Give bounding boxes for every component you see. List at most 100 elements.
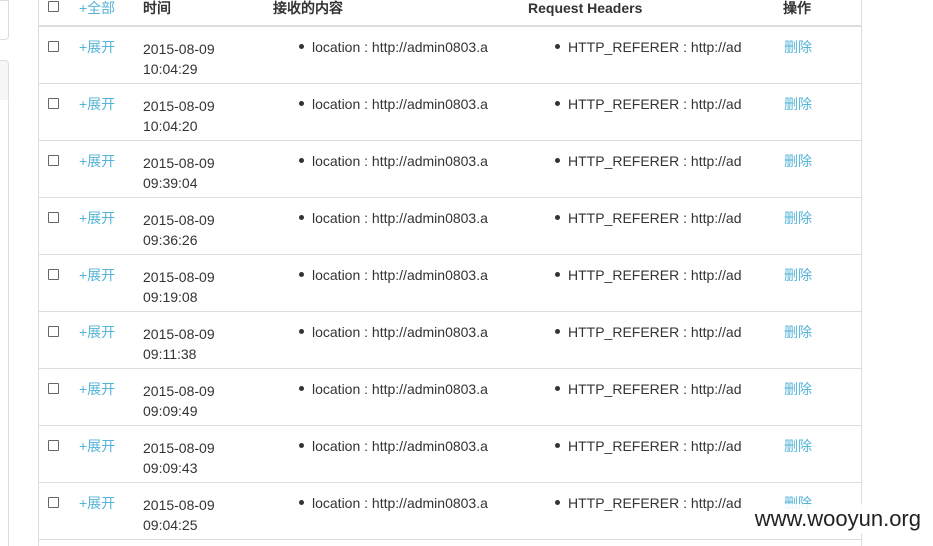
row-checkbox[interactable] bbox=[48, 440, 59, 451]
table-body: +展开 2015-08-09 10:04:29 location : http://a… bbox=[39, 27, 861, 540]
bullet-icon bbox=[555, 271, 560, 277]
row-checkbox[interactable] bbox=[48, 326, 59, 337]
row-date: 2015-08-09 bbox=[143, 98, 215, 114]
column-header-time: 时间 bbox=[143, 0, 171, 16]
expand-link[interactable]: +展开 bbox=[79, 210, 115, 226]
delete-link[interactable]: 删除 bbox=[784, 39, 812, 55]
received-content-item: location : http://admin0803.a bbox=[299, 495, 488, 511]
row-timestamp: 2015-08-09 09:09:49 bbox=[143, 381, 215, 421]
request-header-text: HTTP_REFERER : http://ad bbox=[568, 210, 742, 226]
table-row: +展开 2015-08-09 09:19:08 location : http://a… bbox=[39, 255, 861, 312]
delete-link[interactable]: 删除 bbox=[784, 324, 812, 340]
table-row: +展开 2015-08-09 09:11:38 location : http://a… bbox=[39, 312, 861, 369]
bullet-icon bbox=[299, 328, 304, 334]
row-time: 09:39:04 bbox=[143, 175, 198, 191]
left-panel-tab[interactable] bbox=[0, 60, 9, 102]
watermark: www.wooyun.org bbox=[750, 504, 925, 534]
table-row: +展开 2015-08-09 09:09:43 location : http://a… bbox=[39, 426, 861, 483]
request-header-item: HTTP_REFERER : http://ad bbox=[555, 153, 742, 169]
table-row: +展开 2015-08-09 09:09:49 location : http://a… bbox=[39, 369, 861, 426]
request-header-text: HTTP_REFERER : http://ad bbox=[568, 495, 742, 511]
select-all-link[interactable]: +全部 bbox=[79, 0, 115, 16]
received-content-text: location : http://admin0803.a bbox=[312, 438, 488, 454]
expand-link[interactable]: +展开 bbox=[79, 96, 115, 112]
table-header: +全部 时间 接收的内容 Request Headers 操作 bbox=[39, 0, 861, 27]
select-all-checkbox[interactable] bbox=[48, 1, 59, 12]
row-checkbox[interactable] bbox=[48, 212, 59, 223]
expand-link[interactable]: +展开 bbox=[79, 495, 115, 511]
row-date: 2015-08-09 bbox=[143, 440, 215, 456]
row-timestamp: 2015-08-09 09:36:26 bbox=[143, 210, 215, 250]
bullet-icon bbox=[555, 499, 560, 505]
expand-link[interactable]: +展开 bbox=[79, 438, 115, 454]
row-time: 10:04:29 bbox=[143, 61, 198, 77]
delete-link[interactable]: 删除 bbox=[784, 438, 812, 454]
delete-link[interactable]: 删除 bbox=[784, 267, 812, 283]
column-header-actions: 操作 bbox=[783, 0, 811, 16]
row-date: 2015-08-09 bbox=[143, 212, 215, 228]
request-header-item: HTTP_REFERER : http://ad bbox=[555, 267, 742, 283]
received-content-text: location : http://admin0803.a bbox=[312, 153, 488, 169]
request-header-item: HTTP_REFERER : http://ad bbox=[555, 39, 742, 55]
received-content-text: location : http://admin0803.a bbox=[312, 381, 488, 397]
expand-link[interactable]: +展开 bbox=[79, 153, 115, 169]
request-header-text: HTTP_REFERER : http://ad bbox=[568, 153, 742, 169]
bullet-icon bbox=[299, 157, 304, 163]
row-checkbox[interactable] bbox=[48, 98, 59, 109]
expand-link[interactable]: +展开 bbox=[79, 267, 115, 283]
bullet-icon bbox=[299, 442, 304, 448]
bullet-icon bbox=[555, 328, 560, 334]
row-time: 09:11:38 bbox=[143, 346, 197, 362]
row-timestamp: 2015-08-09 09:09:43 bbox=[143, 438, 215, 478]
left-panel-fragment bbox=[0, 0, 9, 40]
row-date: 2015-08-09 bbox=[143, 41, 215, 57]
row-timestamp: 2015-08-09 09:11:38 bbox=[143, 324, 215, 364]
received-content-item: location : http://admin0803.a bbox=[299, 39, 488, 55]
received-content-item: location : http://admin0803.a bbox=[299, 210, 488, 226]
bullet-icon bbox=[299, 271, 304, 277]
expand-link[interactable]: +展开 bbox=[79, 381, 115, 397]
delete-link[interactable]: 删除 bbox=[784, 153, 812, 169]
received-content-item: location : http://admin0803.a bbox=[299, 438, 488, 454]
expand-link[interactable]: +展开 bbox=[79, 324, 115, 340]
received-content-item: location : http://admin0803.a bbox=[299, 267, 488, 283]
column-header-request-headers: Request Headers bbox=[528, 0, 643, 16]
received-content-item: location : http://admin0803.a bbox=[299, 324, 488, 340]
row-time: 09:04:25 bbox=[143, 517, 198, 533]
row-timestamp: 2015-08-09 09:39:04 bbox=[143, 153, 215, 193]
received-content-text: location : http://admin0803.a bbox=[312, 267, 488, 283]
row-checkbox[interactable] bbox=[48, 497, 59, 508]
delete-link[interactable]: 删除 bbox=[784, 210, 812, 226]
received-content-item: location : http://admin0803.a bbox=[299, 381, 488, 397]
delete-link[interactable]: 删除 bbox=[784, 96, 812, 112]
left-panel-edge bbox=[0, 100, 9, 546]
request-header-text: HTTP_REFERER : http://ad bbox=[568, 39, 742, 55]
row-time: 09:36:26 bbox=[143, 232, 198, 248]
expand-link[interactable]: +展开 bbox=[79, 39, 115, 55]
row-checkbox[interactable] bbox=[48, 383, 59, 394]
column-header-received-content: 接收的内容 bbox=[273, 0, 343, 16]
request-header-item: HTTP_REFERER : http://ad bbox=[555, 96, 742, 112]
bullet-icon bbox=[555, 157, 560, 163]
request-header-text: HTTP_REFERER : http://ad bbox=[568, 267, 742, 283]
row-time: 09:09:43 bbox=[143, 460, 198, 476]
delete-link[interactable]: 删除 bbox=[784, 381, 812, 397]
request-header-text: HTTP_REFERER : http://ad bbox=[568, 324, 742, 340]
row-time: 10:04:20 bbox=[143, 118, 198, 134]
row-checkbox[interactable] bbox=[48, 41, 59, 52]
table-row: +展开 2015-08-09 09:36:26 location : http://a… bbox=[39, 198, 861, 255]
table-row: +展开 2015-08-09 10:04:29 location : http://a… bbox=[39, 27, 861, 84]
request-header-item: HTTP_REFERER : http://ad bbox=[555, 324, 742, 340]
row-timestamp: 2015-08-09 09:19:08 bbox=[143, 267, 215, 307]
table-row: +展开 2015-08-09 09:39:04 location : http://a… bbox=[39, 141, 861, 198]
received-content-text: location : http://admin0803.a bbox=[312, 324, 488, 340]
row-date: 2015-08-09 bbox=[143, 497, 215, 513]
received-content-item: location : http://admin0803.a bbox=[299, 96, 488, 112]
request-header-text: HTTP_REFERER : http://ad bbox=[568, 96, 742, 112]
bullet-icon bbox=[299, 499, 304, 505]
bullet-icon bbox=[555, 442, 560, 448]
request-header-item: HTTP_REFERER : http://ad bbox=[555, 495, 742, 511]
bullet-icon bbox=[299, 100, 304, 106]
row-checkbox[interactable] bbox=[48, 155, 59, 166]
row-checkbox[interactable] bbox=[48, 269, 59, 280]
